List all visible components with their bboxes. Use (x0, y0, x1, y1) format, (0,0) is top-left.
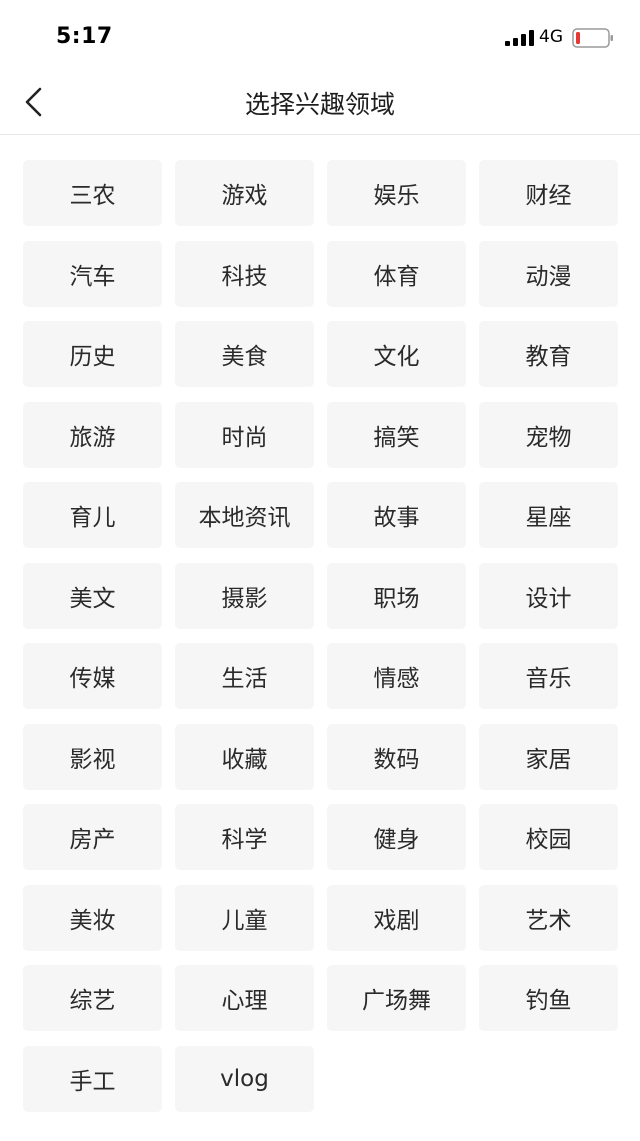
interest-tag[interactable]: 儿童 (175, 884, 314, 951)
signal-strength-icon (505, 30, 534, 46)
interest-tag[interactable]: 音乐 (479, 643, 618, 709)
interest-tag[interactable]: 收藏 (175, 723, 314, 790)
interest-tag[interactable]: 房产 (23, 804, 162, 870)
interest-tag[interactable]: 美文 (23, 562, 162, 629)
interest-tag[interactable]: 体育 (327, 240, 466, 307)
interest-tag[interactable]: 手工 (23, 1045, 162, 1112)
interest-tag[interactable]: 动漫 (479, 240, 618, 307)
interest-tag[interactable]: 数码 (327, 723, 466, 790)
interest-tag[interactable]: 财经 (479, 160, 618, 226)
interest-tag[interactable]: 艺术 (479, 884, 618, 951)
interest-tag[interactable]: 心理 (175, 965, 314, 1031)
interest-tag[interactable]: 星座 (479, 482, 618, 548)
interest-tag[interactable]: 三农 (23, 160, 162, 226)
interest-tag[interactable]: 校园 (479, 804, 618, 870)
interest-tag[interactable]: 综艺 (23, 965, 162, 1031)
interest-tag[interactable]: 情感 (327, 643, 466, 709)
interest-tag[interactable]: 搞笑 (327, 401, 466, 468)
interest-tag[interactable]: 历史 (23, 321, 162, 387)
interest-tag[interactable]: vlog (175, 1045, 314, 1112)
interest-tag[interactable]: 文化 (327, 321, 466, 387)
interest-tag[interactable]: 健身 (327, 804, 466, 870)
interest-tag[interactable]: 戏剧 (327, 884, 466, 951)
interest-tag[interactable]: 家居 (479, 723, 618, 790)
interest-tag[interactable]: 娱乐 (327, 160, 466, 226)
interest-tag[interactable]: 传媒 (23, 643, 162, 709)
interest-grid: 三农 游戏 娱乐 财经汽车 科技 体育 动漫历史 美食 文化 教育旅游 时尚 搞笑 宠物育儿 本地资讯 故事… (23, 160, 618, 1112)
interest-tag[interactable]: 汽车 (23, 240, 162, 307)
interest-tag[interactable]: 科学 (175, 804, 314, 870)
interest-tag[interactable]: 生活 (175, 643, 314, 709)
interest-tag[interactable]: 美食 (175, 321, 314, 387)
status-time: 5:17 (56, 24, 113, 49)
interest-tag[interactable]: 本地资讯 (175, 482, 314, 548)
navigation-bar: 选择兴趣领域 (0, 70, 640, 135)
interest-tag[interactable]: 钓鱼 (479, 965, 618, 1031)
interest-tag[interactable]: 摄影 (175, 562, 314, 629)
interest-tag[interactable]: 教育 (479, 321, 618, 387)
page-title: 选择兴趣领域 (244, 90, 395, 119)
interest-tag[interactable]: 育儿 (23, 482, 162, 548)
interest-tag[interactable]: 广场舞 (327, 965, 466, 1031)
battery-icon (572, 28, 613, 48)
interest-tag[interactable]: 科技 (175, 240, 314, 307)
interest-tag[interactable]: 职场 (327, 562, 466, 629)
interest-tag[interactable]: 影视 (23, 723, 162, 790)
interest-tag[interactable]: 游戏 (175, 160, 314, 226)
interest-tag[interactable]: 美妆 (23, 884, 162, 951)
interest-tag[interactable]: 设计 (479, 562, 618, 629)
interest-tag[interactable]: 旅游 (23, 401, 162, 468)
interest-tag[interactable]: 故事 (327, 482, 466, 548)
status-bar: 5:17 4G (0, 0, 640, 70)
interest-tag[interactable]: 时尚 (175, 401, 314, 468)
network-type: 4G (539, 27, 563, 47)
interest-tag[interactable]: 宠物 (479, 401, 618, 468)
